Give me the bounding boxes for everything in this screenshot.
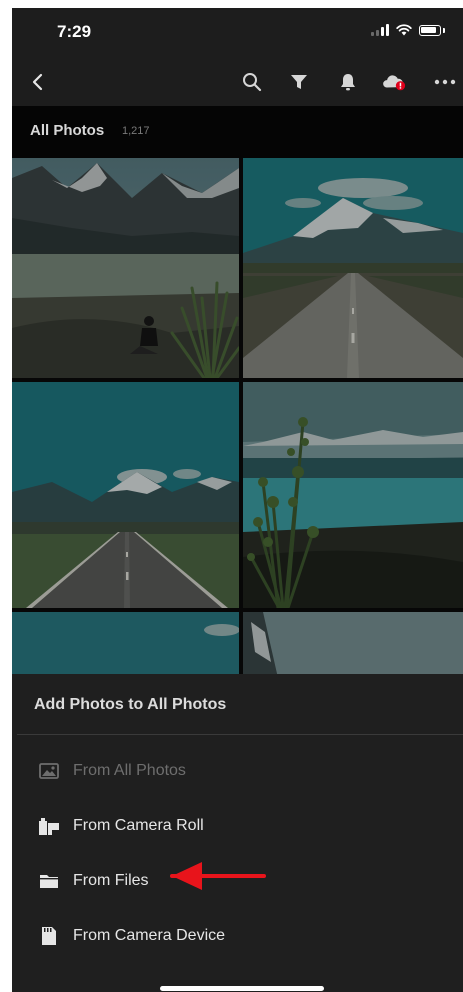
photo-count: 1,217 — [122, 125, 150, 137]
menu-item-label: From Files — [73, 872, 149, 889]
annotation-arrow-icon — [170, 862, 266, 890]
back-chevron-icon[interactable] — [26, 70, 50, 94]
wifi-icon — [396, 24, 412, 36]
album-header: All Photos 1,217 — [12, 106, 463, 158]
sheet-divider — [17, 734, 463, 735]
status-icons — [371, 24, 445, 36]
photo-thumbnail[interactable] — [12, 382, 239, 608]
photo-thumbnail[interactable] — [243, 612, 463, 678]
photo-thumbnail[interactable] — [12, 158, 239, 378]
sheet-title: Add Photos to All Photos — [34, 696, 227, 713]
add-photos-sheet: Add Photos to All Photos From All Photos — [12, 674, 463, 992]
signal-icon — [371, 24, 389, 36]
menu-item-from-camera-device[interactable]: From Camera Device — [12, 913, 463, 959]
menu-item-label: From All Photos — [73, 762, 186, 779]
status-time: 7:29 — [57, 22, 92, 41]
sd-card-icon — [38, 925, 60, 947]
filter-icon[interactable] — [287, 70, 311, 94]
menu-item-label: From Camera Device — [73, 927, 226, 944]
album-title: All Photos — [30, 122, 105, 139]
menu-item-label: From Camera Roll — [73, 817, 204, 834]
folder-icon — [38, 870, 60, 892]
camera-roll-icon — [38, 815, 60, 837]
bell-icon[interactable] — [336, 70, 360, 94]
photo-thumbnail[interactable] — [12, 612, 239, 678]
menu-item-from-camera-roll[interactable]: From Camera Roll — [12, 803, 463, 849]
status-bar: 7:29 — [12, 8, 463, 58]
top-toolbar — [12, 58, 463, 106]
search-icon[interactable] — [240, 70, 264, 94]
more-icon[interactable] — [432, 70, 458, 94]
battery-icon — [419, 24, 441, 36]
photo-thumbnail[interactable] — [243, 158, 463, 378]
photo-thumbnail[interactable] — [243, 382, 463, 608]
cloud-sync-icon[interactable] — [382, 70, 406, 94]
menu-item-from-all-photos: From All Photos — [12, 748, 463, 794]
phone-screen: 7:29 All Photos 1,217 Add Photos to All … — [12, 8, 463, 992]
battery-tip — [443, 27, 445, 33]
photo-grid — [12, 158, 463, 678]
photo-library-icon — [38, 760, 60, 782]
home-indicator — [160, 986, 324, 991]
